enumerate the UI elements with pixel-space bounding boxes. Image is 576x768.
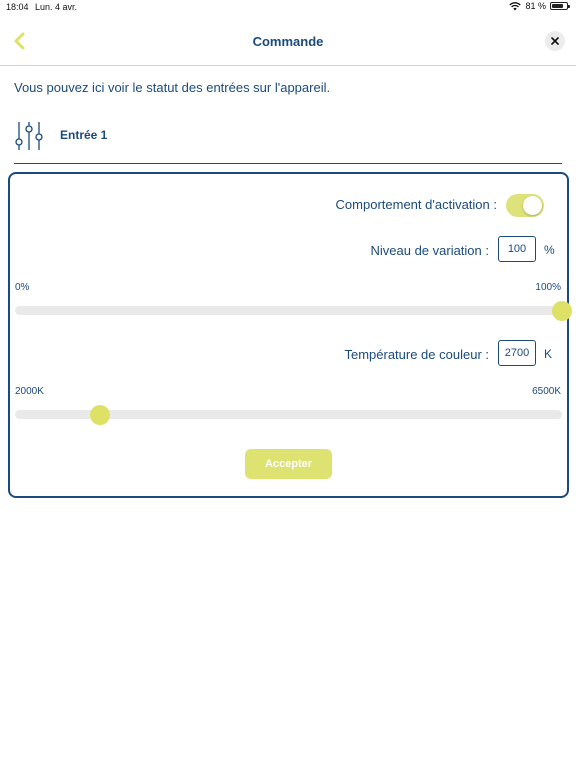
activation-label: Comportement d'activation : [335, 197, 497, 212]
status-date: Lun. 4 avr. [35, 2, 78, 12]
temperature-label: Température de couleur : [344, 347, 489, 362]
variation-slider[interactable] [15, 301, 572, 321]
toggle-knob [523, 196, 542, 215]
status-time: 18:04 [6, 2, 29, 12]
close-icon [551, 37, 559, 45]
intro-text: Vous pouvez ici voir le statut des entré… [14, 80, 331, 95]
temperature-slider[interactable] [15, 405, 562, 425]
temperature-input[interactable]: 2700 [498, 340, 536, 366]
sliders-icon [15, 122, 43, 150]
variation-label: Niveau de variation : [370, 243, 489, 258]
activation-toggle[interactable] [506, 194, 544, 217]
temperature-unit: K [544, 347, 553, 361]
page-title: Commande [252, 34, 324, 49]
variation-slider-thumb[interactable] [552, 301, 572, 321]
temperature-min-label: 2000K [15, 386, 44, 397]
battery-icon [550, 2, 570, 10]
battery-percent: 81 % [525, 1, 546, 11]
status-bar: 18:04 Lun. 4 avr. 81 % [0, 0, 576, 16]
temperature-slider-thumb[interactable] [90, 405, 111, 425]
close-button[interactable] [545, 31, 565, 51]
input-header: Entrée 1 [14, 119, 562, 164]
variation-input[interactable]: 100 [498, 236, 536, 262]
accept-button[interactable]: Accepter [245, 449, 332, 479]
nav-bar: Commande [0, 18, 576, 66]
variation-unit: % [544, 243, 555, 257]
controls-card: Comportement d'activation : Niveau de va… [8, 172, 572, 498]
status-indicators: 81 % [509, 1, 570, 11]
variation-max-label: 100% [535, 282, 561, 293]
input-title: Entrée 1 [60, 128, 108, 142]
variation-min-label: 0% [15, 282, 30, 293]
temperature-max-label: 6500K [532, 386, 561, 397]
wifi-icon [509, 1, 522, 10]
